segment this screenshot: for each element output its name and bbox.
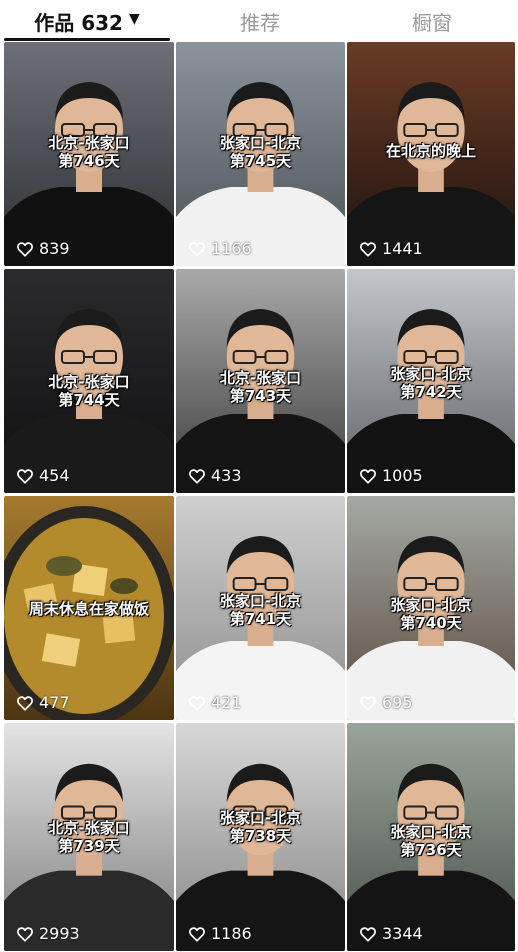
video-tile[interactable]: 张家口-北京 第742天 1005 [347,269,515,493]
caption-line: 北京-张家口 [48,819,130,837]
like-count: 1005 [359,466,423,485]
like-count: 433 [188,466,242,485]
like-count-value: 3344 [382,924,423,943]
heart-outline-icon [17,468,33,484]
like-count-value: 2993 [39,924,80,943]
video-caption: 张家口-北京 第745天 [176,134,345,170]
profile-tabs: 作品 632 ▼ 推荐 橱窗 [0,0,518,41]
heart-outline-icon [189,468,205,484]
video-tile[interactable]: 张家口-北京 第740天 695 [347,496,515,720]
like-count: 1441 [359,239,423,258]
video-tile[interactable]: 张家口-北京 第741天 421 [176,496,345,720]
video-caption: 张家口-北京 第742天 [347,365,515,401]
caption-line: 第739天 [58,837,120,855]
like-count-value: 1166 [211,239,252,258]
video-caption: 张家口-北京 第741天 [176,592,345,628]
like-count: 2993 [16,924,80,943]
like-count-value: 454 [39,466,70,485]
heart-outline-icon [360,468,376,484]
caption-line: 张家口-北京 [390,823,472,841]
caption-line: 张家口-北京 [219,134,302,152]
caption-line: 第744天 [58,391,120,409]
video-tile[interactable]: 在北京的晚上 1441 [347,42,515,266]
tab-recommend[interactable]: 推荐 [174,0,346,40]
like-count: 695 [359,693,413,712]
video-caption: 北京-张家口 第743天 [176,369,345,405]
video-tile[interactable]: 北京-张家口 第743天 433 [176,269,345,493]
video-tile[interactable]: 北京-张家口 第744天 454 [4,269,174,493]
caption-line: 张家口-北京 [219,592,302,610]
like-count: 1186 [188,924,252,943]
caption-line: 第743天 [229,387,292,405]
caption-line: 第741天 [229,610,292,628]
tab-works[interactable]: 作品 632 ▼ [0,0,174,41]
video-tile[interactable]: 张家口-北京 第738天 1186 [176,723,345,951]
like-count: 454 [16,466,70,485]
video-tile[interactable]: 周末休息在家做饭 477 [4,496,174,720]
heart-outline-icon [360,926,376,942]
heart-outline-icon [17,926,33,942]
like-count-value: 421 [211,693,242,712]
heart-outline-icon [360,241,376,257]
caption-line: 张家口-北京 [390,596,472,614]
video-grid: 北京-张家口 第746天 839 张家口-北京 第745天 1166 在北京的晚上 1441 北… [0,42,518,952]
video-tile[interactable]: 张家口-北京 第736天 3344 [347,723,515,951]
caption-line: 北京-张家口 [48,373,130,391]
tab-recommend-label: 推荐 [240,11,280,35]
heart-outline-icon [189,241,205,257]
video-caption: 北京-张家口 第746天 [4,134,174,170]
heart-outline-icon [189,926,205,942]
like-count: 3344 [359,924,423,943]
caption-line: 张家口-北京 [219,809,302,827]
active-tab-indicator [4,38,170,41]
caption-line: 第736天 [400,841,462,859]
caption-line: 第742天 [400,383,462,401]
like-count-value: 1005 [382,466,423,485]
video-tile[interactable]: 北京-张家口 第739天 2993 [4,723,174,951]
video-caption: 张家口-北京 第740天 [347,596,515,632]
like-count-value: 839 [39,239,70,258]
tab-showcase[interactable]: 橱窗 [346,0,518,40]
caption-line: 北京-张家口 [219,369,302,387]
caption-line: 第738天 [229,827,292,845]
caption-line: 张家口-北京 [390,365,472,383]
like-count: 421 [188,693,242,712]
video-caption: 张家口-北京 第736天 [347,823,515,859]
caption-line: 在北京的晚上 [385,142,476,160]
tab-works-label: 作品 632 [34,11,123,35]
like-count-value: 1186 [211,924,252,943]
caption-line: 周末休息在家做饭 [28,600,149,618]
like-count-value: 477 [39,693,70,712]
tab-showcase-label: 橱窗 [412,11,452,35]
caption-line: 第740天 [400,614,462,632]
video-caption: 北京-张家口 第744天 [4,373,174,409]
video-caption: 张家口-北京 第738天 [176,809,345,845]
caption-line: 第746天 [58,152,120,170]
heart-outline-icon [360,695,376,711]
video-tile[interactable]: 张家口-北京 第745天 1166 [176,42,345,266]
caret-down-icon: ▼ [128,11,140,27]
heart-outline-icon [17,241,33,257]
video-caption: 北京-张家口 第739天 [4,819,174,855]
video-caption: 周末休息在家做饭 [4,600,174,618]
video-tile[interactable]: 北京-张家口 第746天 839 [4,42,174,266]
like-count-value: 433 [211,466,242,485]
like-count-value: 1441 [382,239,423,258]
heart-outline-icon [189,695,205,711]
heart-outline-icon [17,695,33,711]
like-count: 839 [16,239,70,258]
like-count-value: 695 [382,693,413,712]
like-count: 1166 [188,239,252,258]
like-count: 477 [16,693,70,712]
caption-line: 北京-张家口 [48,134,130,152]
video-caption: 在北京的晚上 [347,142,515,160]
caption-line: 第745天 [229,152,292,170]
